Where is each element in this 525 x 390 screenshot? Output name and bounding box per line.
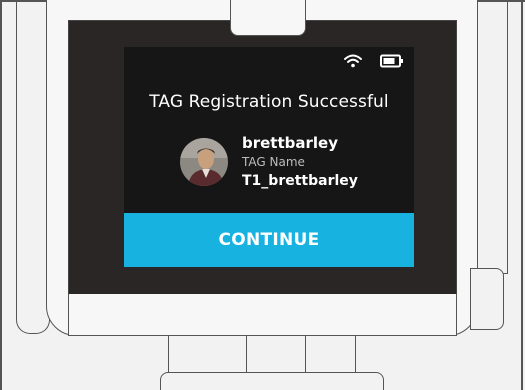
status-bar bbox=[344, 53, 404, 72]
device-base bbox=[160, 372, 384, 390]
device-screen: TAG Registration Successful brettbarley … bbox=[124, 47, 414, 267]
side-clip bbox=[470, 268, 504, 330]
left-arm bbox=[16, 0, 50, 334]
tag-name-label: TAG Name bbox=[242, 155, 305, 169]
outer-frame-right bbox=[521, 0, 523, 390]
bezel-bottom-strip bbox=[68, 294, 457, 336]
stand-neck bbox=[246, 336, 306, 376]
outer-frame-left bbox=[0, 0, 2, 390]
battery-icon bbox=[380, 53, 404, 72]
tag-name-value: T1_brettbarley bbox=[242, 173, 358, 189]
device-illustration: TAG Registration Successful brettbarley … bbox=[0, 0, 525, 390]
registration-success-title: TAG Registration Successful bbox=[149, 92, 389, 112]
continue-button[interactable]: CONTINUE bbox=[124, 213, 414, 267]
user-info: brettbarley TAG Name T1_brettbarley bbox=[180, 133, 358, 191]
top-tab bbox=[230, 0, 306, 36]
avatar bbox=[180, 138, 228, 186]
right-arm bbox=[474, 0, 508, 274]
username: brettbarley bbox=[242, 134, 338, 152]
wifi-icon bbox=[344, 53, 362, 72]
user-text: brettbarley TAG Name T1_brettbarley bbox=[242, 133, 358, 191]
